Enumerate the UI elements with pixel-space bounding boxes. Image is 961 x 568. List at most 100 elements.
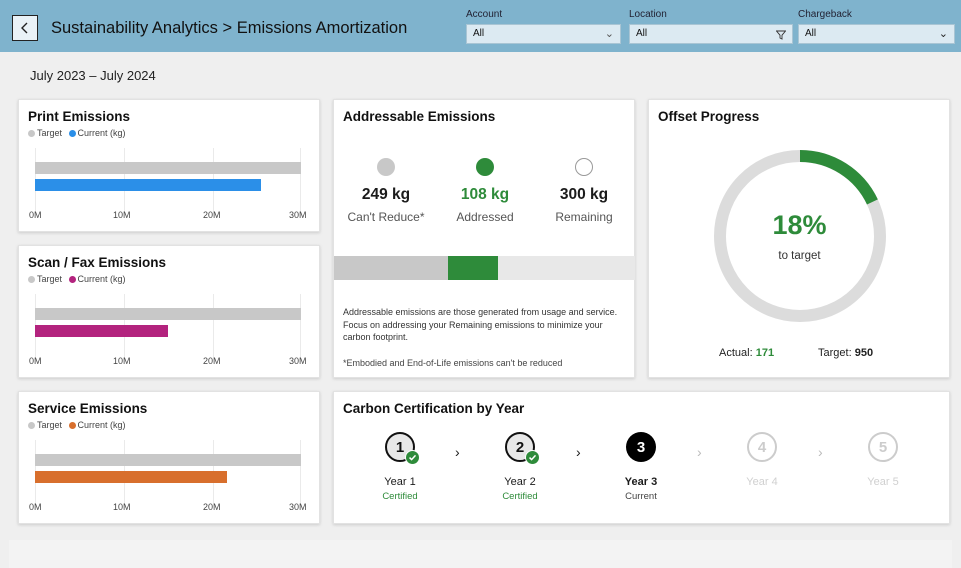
- empty-circle-icon: [575, 158, 593, 176]
- target-legend-dot: [28, 421, 35, 429]
- step-name: Year 5: [867, 476, 899, 488]
- scan-fax-emissions-card: Scan / Fax Emissions Target Current (kg)…: [18, 245, 320, 378]
- tick-label: 20M: [203, 502, 221, 512]
- stat-label: Remaining: [555, 210, 613, 224]
- chevron-right-icon: ›: [697, 444, 702, 460]
- offset-progress-card: Offset Progress 18% to target Actual: 17…: [648, 99, 950, 378]
- account-select[interactable]: All ⌄: [466, 24, 621, 44]
- offset-actual: Actual: 171: [719, 347, 774, 359]
- checkmark-icon: [405, 450, 420, 465]
- cert-step-year-2[interactable]: 2 Year 2 Certified: [480, 432, 560, 502]
- step-number-circle: 2: [505, 432, 540, 465]
- stat-label: Can't Reduce*: [347, 210, 425, 224]
- location-select[interactable]: All: [629, 24, 793, 44]
- chargeback-select[interactable]: All ⌄: [798, 24, 955, 44]
- tick-label: 30M: [289, 356, 307, 366]
- account-filter-label: Account: [466, 9, 503, 20]
- step-number: 4: [757, 438, 767, 456]
- cant-reduce-stat: 249 kg Can't Reduce*: [336, 158, 436, 224]
- current-legend-dot: [68, 421, 76, 429]
- step-number-circle: 3: [626, 432, 656, 462]
- addressed-segment: [448, 256, 498, 280]
- target-legend-dot: [28, 275, 35, 283]
- addressable-description: Addressable emissions are those generate…: [343, 307, 618, 342]
- cert-step-year-5[interactable]: 5 Year 5: [843, 432, 923, 488]
- target-bar: [35, 454, 301, 466]
- stat-label: Addressed: [456, 210, 514, 224]
- tick-label: 30M: [289, 502, 307, 512]
- current-bar: [35, 179, 262, 191]
- addressable-footnote: *Embodied and End-of-Life emissions can'…: [343, 358, 563, 368]
- footer-area: [9, 540, 952, 568]
- stat-value: 300 kg: [559, 186, 609, 203]
- x-axis-ticks: 0M 10M 20M 30M: [29, 356, 313, 368]
- print-emissions-card: Print Emissions Target Current (kg) 0M 1…: [18, 99, 320, 232]
- checkmark-icon: [525, 450, 540, 465]
- actual-value: 171: [755, 347, 775, 359]
- legend-current: Current (kg): [77, 420, 126, 430]
- step-number-circle: 4: [747, 432, 777, 462]
- step-name: Year 4: [746, 476, 778, 488]
- chart-legend: Target Current (kg): [28, 274, 130, 284]
- filter-icon[interactable]: [775, 28, 787, 46]
- card-title: Print Emissions: [28, 109, 131, 124]
- tick-label: 20M: [203, 210, 221, 220]
- step-name: Year 1: [384, 476, 416, 488]
- chevron-right-icon: ›: [455, 444, 460, 460]
- target-bar: [35, 308, 301, 320]
- chevron-down-icon: ⌄: [604, 28, 614, 40]
- location-select-value: All: [636, 28, 648, 39]
- x-axis-ticks: 0M 10M 20M 30M: [29, 210, 313, 222]
- card-title: Service Emissions: [28, 401, 148, 416]
- legend-target: Target: [37, 274, 63, 284]
- app-header: Sustainability Analytics > Emissions Amo…: [0, 0, 961, 52]
- actual-label: Actual:: [719, 347, 753, 359]
- tick-label: 10M: [113, 210, 131, 220]
- current-legend-dot: [68, 275, 76, 283]
- remaining-stat: 300 kg Remaining: [534, 158, 634, 224]
- addressable-emissions-card: Addressable Emissions 249 kg Can't Reduc…: [333, 99, 635, 378]
- legend-target: Target: [37, 128, 63, 138]
- chart-legend: Target Current (kg): [28, 128, 130, 138]
- bar-chart: [35, 294, 301, 358]
- target-value: 950: [854, 347, 874, 359]
- cert-step-year-3[interactable]: 3 Year 3 Current: [601, 432, 681, 502]
- card-title: Addressable Emissions: [343, 109, 496, 124]
- offset-target: Target: 950: [818, 347, 873, 359]
- tick-label: 20M: [203, 356, 221, 366]
- green-circle-icon: [476, 158, 494, 176]
- tick-label: 10M: [113, 356, 131, 366]
- tick-label: 0M: [29, 210, 42, 220]
- offset-percent: 18%: [772, 210, 827, 240]
- stat-value: 249 kg: [361, 186, 411, 203]
- step-number: 2: [515, 438, 525, 456]
- bar-chart: [35, 148, 301, 212]
- current-legend-dot: [68, 129, 76, 137]
- card-title: Scan / Fax Emissions: [28, 255, 167, 270]
- cert-step-year-1[interactable]: 1 Year 1 Certified: [360, 432, 440, 502]
- back-button[interactable]: [12, 15, 38, 41]
- step-number-circle: 1: [385, 432, 420, 465]
- emissions-breakdown-bar: [334, 256, 635, 280]
- step-name: Year 3: [624, 476, 658, 488]
- current-bar: [35, 471, 228, 483]
- account-filter: Account All ⌄: [466, 8, 621, 46]
- chargeback-filter: Chargeback All ⌄: [798, 8, 955, 46]
- chevron-right-icon: ›: [576, 444, 581, 460]
- step-status: Certified: [502, 491, 538, 502]
- date-range: July 2023 – July 2024: [30, 68, 156, 83]
- x-axis-ticks: 0M 10M 20M 30M: [29, 502, 313, 514]
- bar-chart: [35, 440, 301, 504]
- step-name: Year 2: [504, 476, 536, 488]
- chargeback-select-value: All: [805, 28, 817, 39]
- gray-circle-icon: [377, 158, 395, 176]
- tick-label: 10M: [113, 502, 131, 512]
- chevron-down-icon: ⌄: [938, 28, 948, 40]
- cant-reduce-segment: [334, 256, 449, 280]
- cert-step-year-4[interactable]: 4 Year 4: [722, 432, 802, 488]
- card-title: Carbon Certification by Year: [343, 401, 525, 416]
- service-emissions-card: Service Emissions Target Current (kg) 0M…: [18, 391, 320, 524]
- target-legend-dot: [28, 129, 35, 137]
- tick-label: 0M: [29, 356, 42, 366]
- offset-subtitle: to target: [778, 250, 821, 262]
